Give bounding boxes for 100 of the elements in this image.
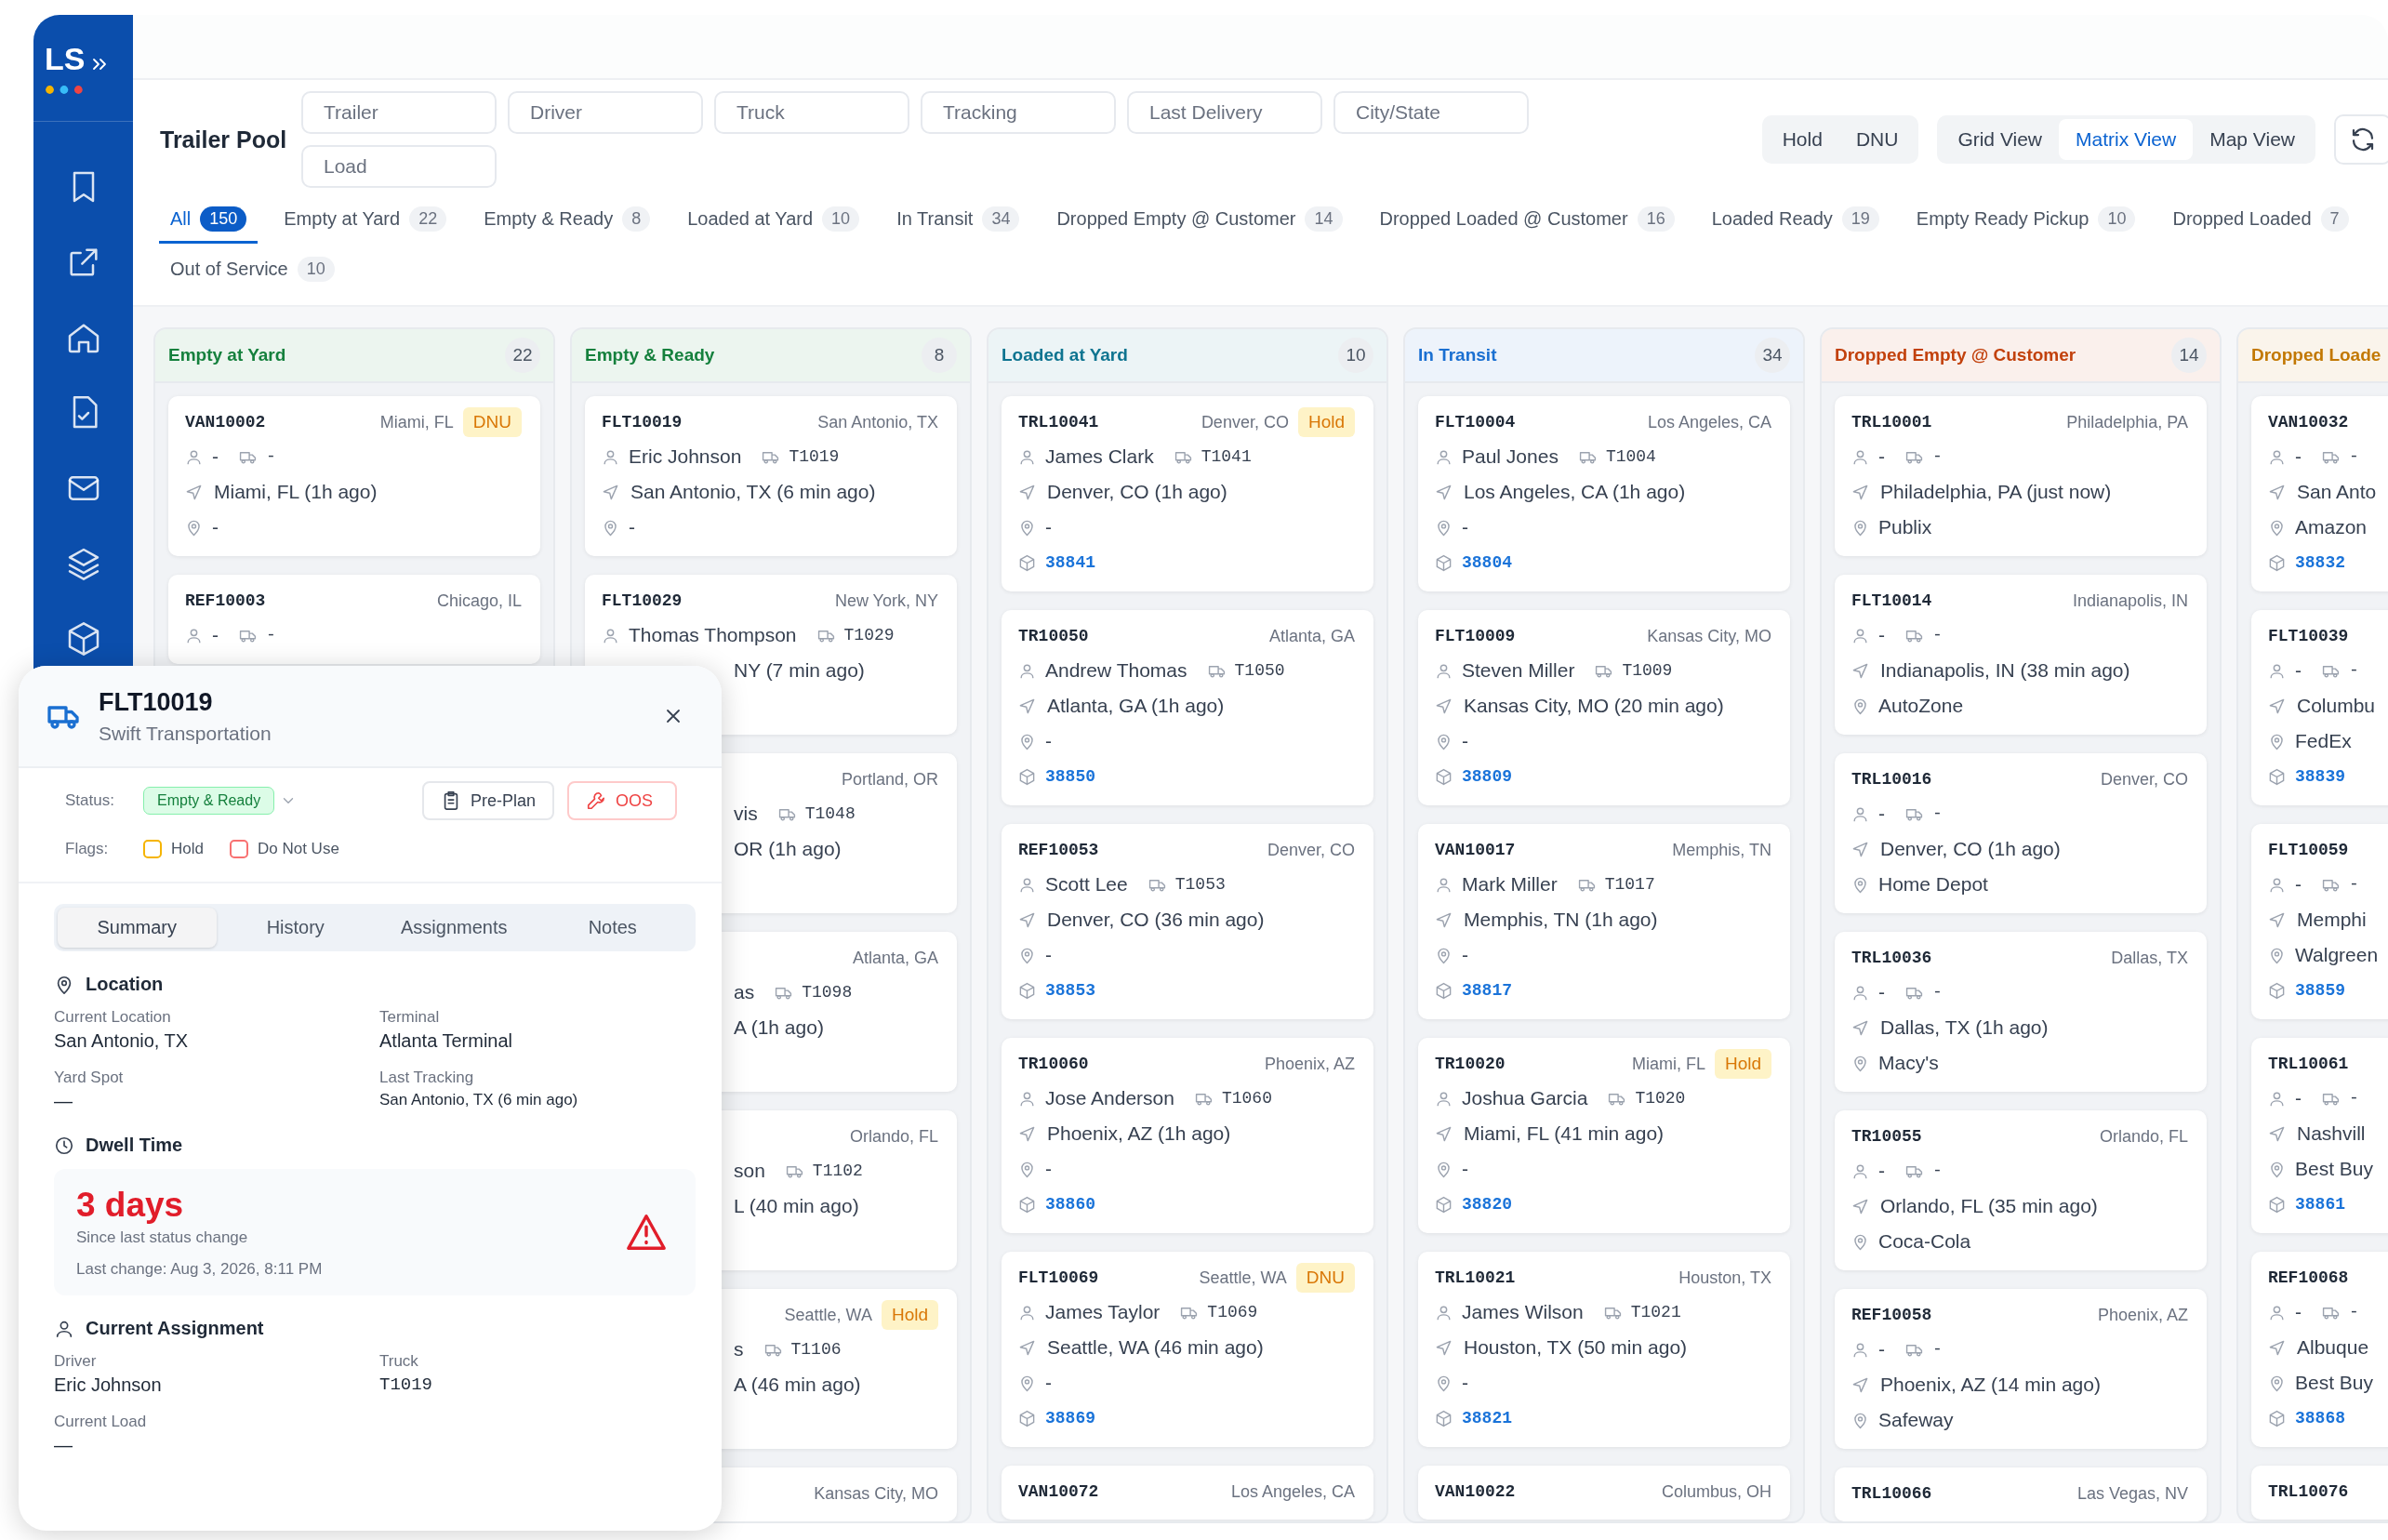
trailer-card[interactable]: REF10003 Chicago, IL - - [168,575,540,664]
filter-field[interactable]: Tracking [921,91,1116,134]
trailer-card[interactable]: VAN10022 Columbus, OH [1418,1466,1790,1520]
load-link[interactable]: 38832 [2295,553,2345,572]
filter-field[interactable]: Driver [508,91,703,134]
city-label: Denver, CO [1267,840,1355,860]
trailer-card[interactable]: TRL10061 - - Nashvill Best Buy 38861 [2251,1038,2388,1233]
trailer-id: FLT10059 [2268,841,2349,859]
trailer-card[interactable]: FLT10039 - - Columbu FedEx 38839 [2251,610,2388,805]
trailer-card[interactable]: FLT10014 Indianapolis, IN - - Indianapolis, IN (38 min ago) AutoZone [1835,575,2207,735]
driver-name: - [1878,624,1885,646]
status-tab[interactable]: All 150 [159,197,259,244]
status-tab[interactable]: Dropped Loaded @ Customer 16 [1368,197,1686,244]
trailer-card[interactable]: TR10020 Miami, FL Hold Joshua Garcia T1020 Miami, FL (41 min ago) - 38820 [1418,1038,1790,1233]
load-link[interactable]: 38860 [1045,1195,1095,1214]
load-link[interactable]: 38820 [1462,1195,1512,1214]
trailer-card[interactable]: TR10055 Orlando, FL - - Orlando, FL (35 min ago) Coca-Cola [1835,1110,2207,1270]
status-tab[interactable]: Empty Ready Pickup 10 [1904,197,2147,244]
view-button[interactable]: Matrix View [2059,119,2194,160]
trailer-card[interactable]: TRL10036 Dallas, TX - - Dallas, TX (1h ago) Macy's [1835,932,2207,1092]
filter-field[interactable]: Truck [714,91,909,134]
load-link[interactable]: 38869 [1045,1409,1095,1427]
trailer-card[interactable]: FLT10009 Kansas City, MO Steven Miller T1009 Kansas City, MO (20 min ago) - 38809 [1418,610,1790,805]
trailer-card[interactable]: TR10050 Atlanta, GA Andrew Thomas T1050 Atlanta, GA (1h ago) - 38850 [1002,610,1373,805]
trailer-card[interactable]: FLT10069 Seattle, WA DNU James Taylor T1069 Seattle, WA (46 min ago) - 38869 [1002,1252,1373,1447]
load-link[interactable]: 38853 [1045,981,1095,1000]
customer-location: - [1045,1158,1052,1180]
filter-field[interactable]: Load [301,145,497,188]
status-tab[interactable]: Empty at Yard 22 [272,197,458,244]
status-tab[interactable]: Dropped Empty @ Customer 14 [1045,197,1354,244]
load-link[interactable]: 38859 [2295,981,2345,1000]
refresh-button[interactable] [2334,114,2388,165]
trailer-card[interactable]: TRL10016 Denver, CO - - Denver, CO (1h ago) Home Depot [1835,753,2207,913]
detail-tab[interactable]: Assignments [375,908,534,948]
status-tab[interactable]: Out of Service 10 [159,247,346,294]
trailer-card[interactable]: FLT10059 - - Memphi Walgreen 38859 [2251,824,2388,1019]
customer-location: - [212,516,219,538]
load-link[interactable]: 38817 [1462,981,1512,1000]
trailer-card[interactable]: TR10060 Phoenix, AZ Jose Anderson T1060 Phoenix, AZ (1h ago) - 38860 [1002,1038,1373,1233]
person-icon [1851,447,1869,466]
tracking-location: Denver, CO (1h ago) [1047,481,1227,503]
trailer-card[interactable]: TRL10021 Houston, TX James Wilson T1021 Houston, TX (50 min ago) - 38821 [1418,1252,1790,1447]
load-link[interactable]: 38804 [1462,553,1512,572]
package-icon [1435,767,1453,786]
status-tab[interactable]: Dropped Loaded 7 [2161,197,2360,244]
trailer-id: FLT10004 [1435,413,1516,431]
trailer-card[interactable]: VAN10032 - - San Anto Amazon 38832 [2251,396,2388,591]
trailer-card[interactable]: TRL10066 Las Vegas, NV [1835,1467,2207,1521]
checkbox[interactable] [143,840,162,858]
trailer-card[interactable]: FLT10019 San Antonio, TX Eric Johnson T1019 San Antonio, TX (6 min ago) - [585,396,957,556]
trailer-card[interactable]: TRL10041 Denver, CO Hold James Clark T1041 Denver, CO (1h ago) - 38841 [1002,396,1373,591]
trailer-card[interactable]: FLT10004 Los Angeles, CA Paul Jones T1004 Los Angeles, CA (1h ago) - 38804 [1418,396,1790,591]
load-link[interactable]: 38850 [1045,767,1095,786]
truck-number: - [2349,447,2359,466]
trailer-card[interactable]: VAN10072 Los Angeles, CA [1002,1466,1373,1520]
status-dropdown[interactable]: Empty & Ready [143,787,275,815]
checkbox-label: Do Not Use [257,840,339,858]
view-button[interactable]: Map View [2193,119,2312,160]
status-tab[interactable]: Empty & Ready 8 [472,197,662,244]
detail-tab[interactable]: History [216,908,375,948]
trailer-card[interactable]: VAN10002 Miami, FL DNU - - Miami, FL (1h ago) - [168,396,540,556]
load-link[interactable]: 38868 [2295,1409,2345,1427]
status-tab[interactable]: In Transit 34 [885,197,1031,244]
pre-plan-button[interactable]: Pre-Plan [421,781,554,820]
load-link[interactable]: 38821 [1462,1409,1512,1427]
status-tab[interactable]: Loaded Ready 19 [1700,197,1890,244]
view-button[interactable]: Grid View [1941,119,2060,160]
flag-filter-button[interactable]: DNU [1838,119,1916,160]
person-icon [1018,1303,1036,1321]
city-label: Kansas City, MO [1647,626,1771,646]
trailer-card[interactable]: REF10058 Phoenix, AZ - - Phoenix, AZ (14 min ago) Safeway [1835,1289,2207,1449]
filter-field[interactable]: Trailer [301,91,497,134]
trailer-card[interactable]: TRL10076 [2251,1466,2388,1520]
flag-filter-button[interactable]: Hold [1765,119,1839,160]
location-pin-icon [185,518,203,537]
filter-field[interactable]: City/State [1333,91,1529,134]
load-link[interactable]: 38839 [2295,767,2345,786]
person-icon [185,447,203,466]
tracking-location: Denver, CO (36 min ago) [1047,909,1265,931]
section-title: Dwell Time [86,1135,183,1156]
location-pin-icon [2268,1160,2286,1178]
driver-name: James Taylor [1045,1301,1161,1323]
truck-number: T1009 [1622,661,1673,680]
trailer-card[interactable]: VAN10017 Memphis, TN Mark Miller T1017 Memphis, TN (1h ago) - 38817 [1418,824,1790,1019]
status-tab[interactable]: Loaded at Yard 10 [676,197,871,244]
trailer-card[interactable]: REF10053 Denver, CO Scott Lee T1053 Denver, CO (36 min ago) - 38853 [1002,824,1373,1019]
navigation-icon [1851,483,1869,501]
load-link[interactable]: 38841 [1045,553,1095,572]
detail-tab[interactable]: Summary [58,908,217,948]
trailer-card[interactable]: TRL10001 Philadelphia, PA - - Philadelphia, PA (just now) Publix [1835,396,2207,556]
navigation-icon [2268,910,2286,929]
location-pin-icon [1018,1374,1036,1392]
load-link[interactable]: 38809 [1462,767,1512,786]
trailer-card[interactable]: REF10068 - - Albuque Best Buy 38868 [2251,1252,2388,1447]
dwell-value: 3 days [76,1186,185,1225]
out-of-service-button[interactable]: OOS [567,781,677,820]
load-link[interactable]: 38861 [2295,1195,2345,1214]
checkbox[interactable] [229,840,248,858]
filter-field[interactable]: Last Delivery [1127,91,1322,134]
column-title: Dropped Empty @ Customer [1835,345,2076,365]
